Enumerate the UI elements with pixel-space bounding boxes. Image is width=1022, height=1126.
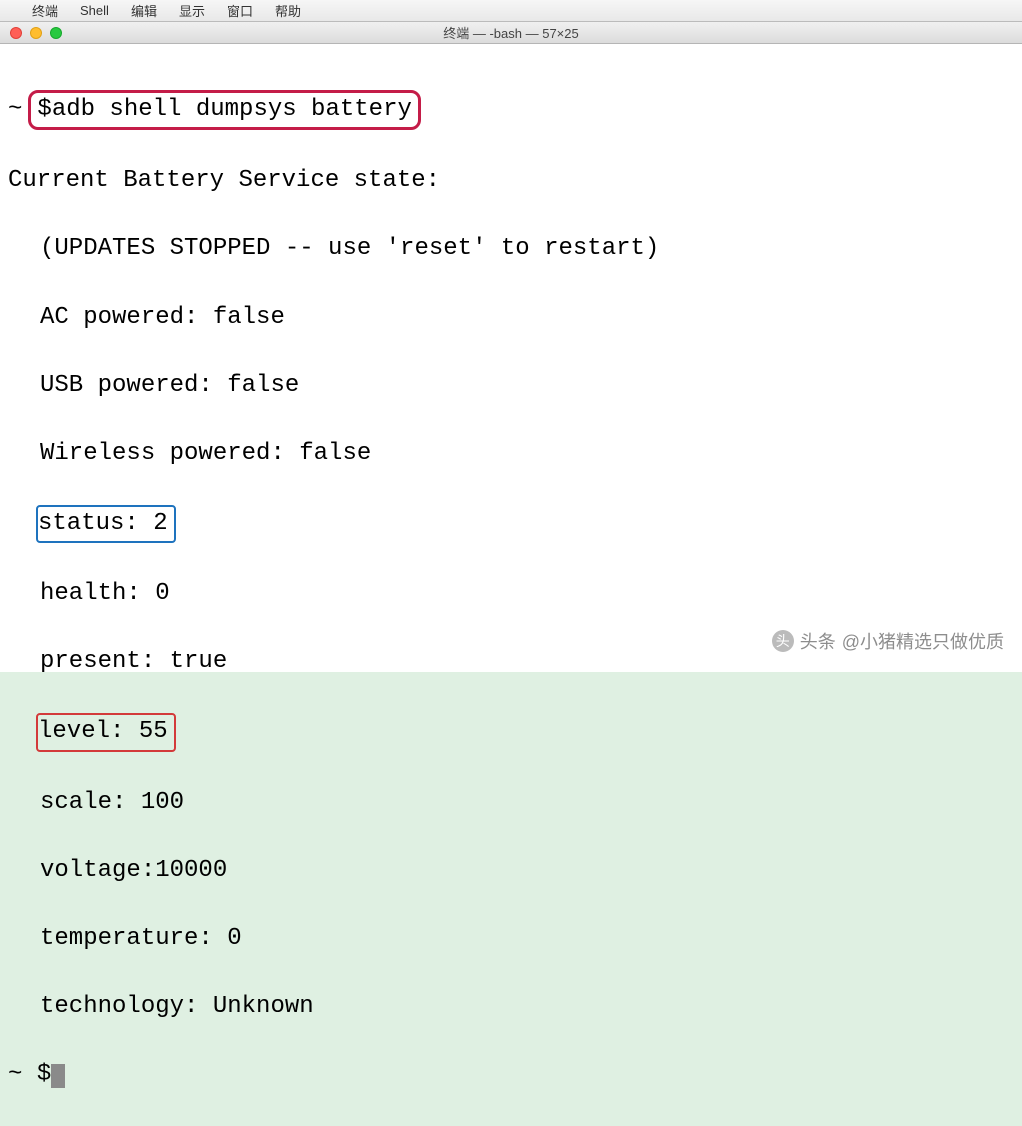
output-level: level: 55 — [38, 718, 168, 745]
output-ac: AC powered: false — [8, 301, 285, 335]
menu-shell[interactable]: Shell — [80, 3, 109, 18]
menu-window[interactable]: 窗口 — [227, 1, 253, 20]
prompt-dollar: $ — [37, 96, 51, 123]
output-scale: scale: 100 — [8, 786, 184, 820]
output-health: health: 0 — [8, 577, 170, 611]
watermark-label: 头条 — [800, 628, 836, 654]
prompt-line-2: ~ $ — [8, 1058, 1014, 1092]
watermark: 头 头条 @小猪精选只做优质 — [772, 628, 1004, 654]
traffic-lights — [0, 27, 62, 39]
menu-terminal[interactable]: 终端 — [32, 1, 58, 20]
command-text: adb shell dumpsys battery — [52, 96, 412, 123]
prompt-dollar-2: $ — [37, 1061, 51, 1088]
menu-view[interactable]: 显示 — [179, 1, 205, 20]
minimize-icon[interactable] — [30, 27, 42, 39]
prompt-path-2: ~ — [8, 1061, 22, 1088]
output-usb: USB powered: false — [8, 369, 299, 403]
output-status: status: 2 — [38, 510, 168, 537]
menu-edit[interactable]: 编辑 — [131, 1, 157, 20]
watermark-icon: 头 — [772, 630, 794, 652]
output-technology: technology: Unknown — [8, 990, 314, 1024]
output-present: present: true — [8, 645, 227, 679]
prompt-path: ~ — [8, 93, 28, 127]
output-level-highlight: level: 55 — [36, 713, 176, 751]
output-header: Current Battery Service state: — [8, 164, 1014, 198]
window-titlebar: 终端 — -bash — 57×25 — [0, 22, 1022, 44]
close-icon[interactable] — [10, 27, 22, 39]
output-temperature: temperature: 0 — [8, 922, 242, 956]
command-highlight: $adb shell dumpsys battery — [28, 90, 420, 130]
terminal-body[interactable]: ~ $adb shell dumpsys battery Current Bat… — [0, 44, 1022, 672]
window-title: 终端 — -bash — 57×25 — [443, 23, 578, 42]
macos-menubar: 终端 Shell 编辑 显示 窗口 帮助 — [0, 0, 1022, 22]
watermark-handle: @小猪精选只做优质 — [842, 628, 1004, 654]
menu-help[interactable]: 帮助 — [275, 1, 301, 20]
output-wireless: Wireless powered: false — [8, 437, 371, 471]
output-voltage: voltage:10000 — [8, 854, 227, 888]
cursor-icon — [51, 1064, 65, 1088]
output-note: (UPDATES STOPPED -- use 'reset' to resta… — [8, 232, 659, 266]
command-line: ~ $adb shell dumpsys battery — [8, 90, 1014, 130]
output-status-highlight: status: 2 — [36, 505, 176, 543]
maximize-icon[interactable] — [50, 27, 62, 39]
